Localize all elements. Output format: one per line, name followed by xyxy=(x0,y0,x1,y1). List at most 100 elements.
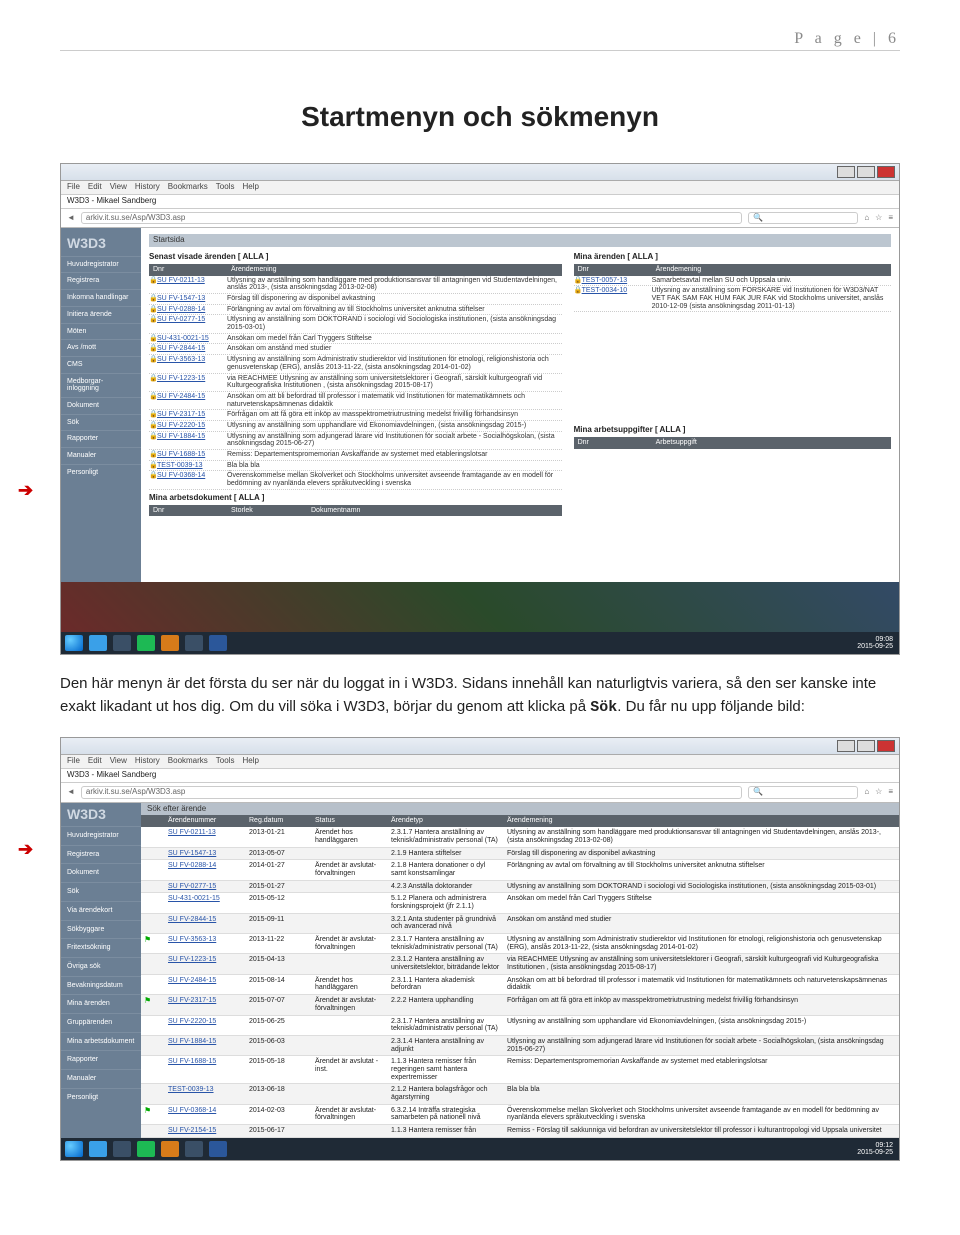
spotify-icon[interactable] xyxy=(137,635,155,651)
table-row[interactable]: SU FV-2844-152015-09-113.2.1 Anta studen… xyxy=(141,914,899,934)
case-dnr-link[interactable]: SU FV-1547-13 xyxy=(157,295,227,303)
case-dnr-link[interactable]: SU-431-0021-15 xyxy=(157,335,227,343)
table-row[interactable]: 🔒SU FV-2220-15Utlysning av anställning s… xyxy=(149,421,562,432)
table-row[interactable]: 🔒SU-431-0021-15Ansökan om medel från Car… xyxy=(149,334,562,345)
firefox-icon[interactable] xyxy=(185,1141,203,1157)
bookmark-icon[interactable]: ☆ xyxy=(875,214,882,223)
table-row[interactable]: SU FV-1547-132013-05-072.1.9 Hantera sti… xyxy=(141,848,899,861)
sidebar-item-dokument[interactable]: Dokument xyxy=(61,397,141,414)
menu-view[interactable]: View xyxy=(110,756,127,765)
table-row[interactable]: ⚑SU FV-0368-142014-02-03Ärendet är avslu… xyxy=(141,1105,899,1125)
url-bar[interactable]: arkiv.it.su.se/Asp/W3D3.asp xyxy=(81,786,742,799)
word-icon[interactable] xyxy=(209,635,227,651)
sidebar-item-medborgar-inloggning[interactable]: Medborgar-inloggning xyxy=(61,373,141,397)
menu-icon[interactable]: ≡ xyxy=(888,214,893,223)
menu-file[interactable]: File xyxy=(67,756,80,765)
menu-tools[interactable]: Tools xyxy=(216,182,235,191)
table-row[interactable]: SU FV-0211-132013-01-21Ärendet hos handl… xyxy=(141,827,899,847)
browser-menubar[interactable]: FileEditViewHistoryBookmarksToolsHelp xyxy=(61,181,899,195)
menu-tools[interactable]: Tools xyxy=(216,756,235,765)
sidebar-item-sök[interactable]: Sök xyxy=(61,414,141,431)
table-row[interactable]: TEST-0039-132013-06-182.1.2 Hantera bola… xyxy=(141,1084,899,1104)
outlook-icon[interactable] xyxy=(161,1141,179,1157)
table-row[interactable]: 🔒SU FV-1884-15Utlysning av anställning s… xyxy=(149,432,562,450)
table-row[interactable]: 🔒SU FV-0277-15Utlysning av anställning s… xyxy=(149,315,562,333)
table-row[interactable]: 🔒SU FV-2844-15Ansökan om anstånd med stu… xyxy=(149,344,562,355)
menu-history[interactable]: History xyxy=(135,182,160,191)
back-icon[interactable]: ◄ xyxy=(67,788,75,797)
sidebar-item-rapporter[interactable]: Rapporter xyxy=(61,1050,141,1069)
case-dnr-link[interactable]: SU FV-1884-15 xyxy=(157,433,227,448)
search-box[interactable]: 🔍 xyxy=(748,786,858,799)
taskbar[interactable]: 09:082015-09-25 xyxy=(61,632,899,654)
case-dnr-link[interactable]: SU FV-1688-15 xyxy=(157,451,227,459)
table-row[interactable]: 🔒SU FV-1688-15Remiss: Departementspromem… xyxy=(149,450,562,461)
sidebar-item-cms[interactable]: CMS xyxy=(61,356,141,373)
case-dnr-link[interactable]: SU-431-0021-15 xyxy=(165,893,246,912)
explorer-icon[interactable] xyxy=(113,1141,131,1157)
explorer-icon[interactable] xyxy=(113,635,131,651)
case-dnr-link[interactable]: SU FV-0277-15 xyxy=(157,316,227,331)
case-dnr-link[interactable]: SU FV-2220-15 xyxy=(165,1016,246,1035)
case-dnr-link[interactable]: SU FV-0288-14 xyxy=(165,860,246,879)
case-dnr-link[interactable]: SU FV-2220-15 xyxy=(157,422,227,430)
sidebar-item-registrera[interactable]: Registrera xyxy=(61,272,141,289)
minimize-icon[interactable] xyxy=(837,166,855,178)
url-bar[interactable]: arkiv.it.su.se/Asp/W3D3.asp xyxy=(81,212,742,225)
sidebar-item-inkomna-handlingar[interactable]: Inkomna handlingar xyxy=(61,289,141,306)
table-row[interactable]: 🔒SU FV-1547-13Förslag till disponering a… xyxy=(149,294,562,305)
table-row[interactable]: 🔒SU FV-2317-15Förfrågan om att få göra e… xyxy=(149,410,562,421)
case-dnr-link[interactable]: SU FV-0288-14 xyxy=(157,306,227,314)
sidebar-item-dokument[interactable]: Dokument xyxy=(61,863,141,882)
table-row[interactable]: 🔒SU FV-0211-13Utlysning av anställning s… xyxy=(149,276,562,294)
menu-history[interactable]: History xyxy=(135,756,160,765)
case-dnr-link[interactable]: SU FV-0277-15 xyxy=(165,881,246,893)
menu-file[interactable]: File xyxy=(67,182,80,191)
table-row[interactable]: 🔒TEST-0057-13Samarbetsavtal mellan SU oc… xyxy=(574,276,891,287)
case-dnr-link[interactable]: SU FV-2154-15 xyxy=(165,1125,246,1137)
table-row[interactable]: 🔒SU FV-2484-15Ansökan om att bli befordr… xyxy=(149,392,562,410)
case-dnr-link[interactable]: SU FV-1884-15 xyxy=(165,1036,246,1055)
case-dnr-link[interactable]: SU FV-1688-15 xyxy=(165,1056,246,1083)
table-row[interactable]: SU FV-0277-152015-01-274.2.3 Anställa do… xyxy=(141,881,899,894)
case-dnr-link[interactable]: SU FV-2844-15 xyxy=(157,345,227,353)
ie-icon[interactable] xyxy=(89,1141,107,1157)
table-row[interactable]: SU FV-2484-152015-08-14Ärendet hos handl… xyxy=(141,975,899,995)
ie-icon[interactable] xyxy=(89,635,107,651)
sidebar-item-manualer[interactable]: Manualer xyxy=(61,1069,141,1088)
table-row[interactable]: SU FV-1884-152015-06-032.3.1.4 Hantera a… xyxy=(141,1036,899,1056)
sidebar-item-sök[interactable]: Sök xyxy=(61,882,141,901)
home-icon[interactable]: ⌂ xyxy=(864,214,869,223)
sidebar-item-rapporter[interactable]: Rapporter xyxy=(61,430,141,447)
menu-bookmarks[interactable]: Bookmarks xyxy=(168,756,208,765)
menu-help[interactable]: Help xyxy=(242,182,258,191)
sidebar-item-personligt[interactable]: Personligt xyxy=(61,464,141,481)
firefox-icon[interactable] xyxy=(185,635,203,651)
sidebar-item-gruppärenden[interactable]: Gruppärenden xyxy=(61,1013,141,1032)
table-row[interactable]: SU FV-1223-152015-04-132.3.1.2 Hantera a… xyxy=(141,954,899,974)
table-row[interactable]: SU FV-0288-142014-01-27Ärendet är avslut… xyxy=(141,860,899,880)
start-button-icon[interactable] xyxy=(65,1141,83,1157)
table-row[interactable]: 🔒SU FV-1223-15via REACHMEE Utlysning av … xyxy=(149,374,562,392)
sidebar-item-avs-mott[interactable]: Avs /mott xyxy=(61,339,141,356)
case-dnr-link[interactable]: SU FV-2317-15 xyxy=(165,995,246,1014)
case-dnr-link[interactable]: TEST-0034-10 xyxy=(582,287,652,310)
case-dnr-link[interactable]: SU FV-1223-15 xyxy=(157,375,227,390)
case-dnr-link[interactable]: SU FV-3563-13 xyxy=(157,356,227,371)
sidebar-item-manualer[interactable]: Manualer xyxy=(61,447,141,464)
case-dnr-link[interactable]: SU FV-3563-13 xyxy=(165,934,246,953)
bookmark-icon[interactable]: ☆ xyxy=(875,788,882,797)
table-row[interactable]: 🔒SU FV-0368-14Överenskommelse mellan Sko… xyxy=(149,471,562,489)
sidebar-item-registrera[interactable]: Registrera xyxy=(61,845,141,864)
case-dnr-link[interactable]: SU FV-0368-14 xyxy=(165,1105,246,1124)
case-dnr-link[interactable]: SU FV-0368-14 xyxy=(157,472,227,487)
case-dnr-link[interactable]: SU FV-0211-13 xyxy=(165,827,246,846)
close-icon[interactable] xyxy=(877,740,895,752)
case-dnr-link[interactable]: TEST-0039-13 xyxy=(157,462,227,470)
table-row[interactable]: 🔒TEST-0039-13Bla bla bla xyxy=(149,461,562,472)
case-dnr-link[interactable]: SU FV-2317-15 xyxy=(157,411,227,419)
menu-edit[interactable]: Edit xyxy=(88,182,102,191)
search-box[interactable]: 🔍 xyxy=(748,212,858,225)
table-row[interactable]: 🔒TEST-0034-10Utlysning av anställning so… xyxy=(574,286,891,312)
case-dnr-link[interactable]: SU FV-2484-15 xyxy=(157,393,227,408)
